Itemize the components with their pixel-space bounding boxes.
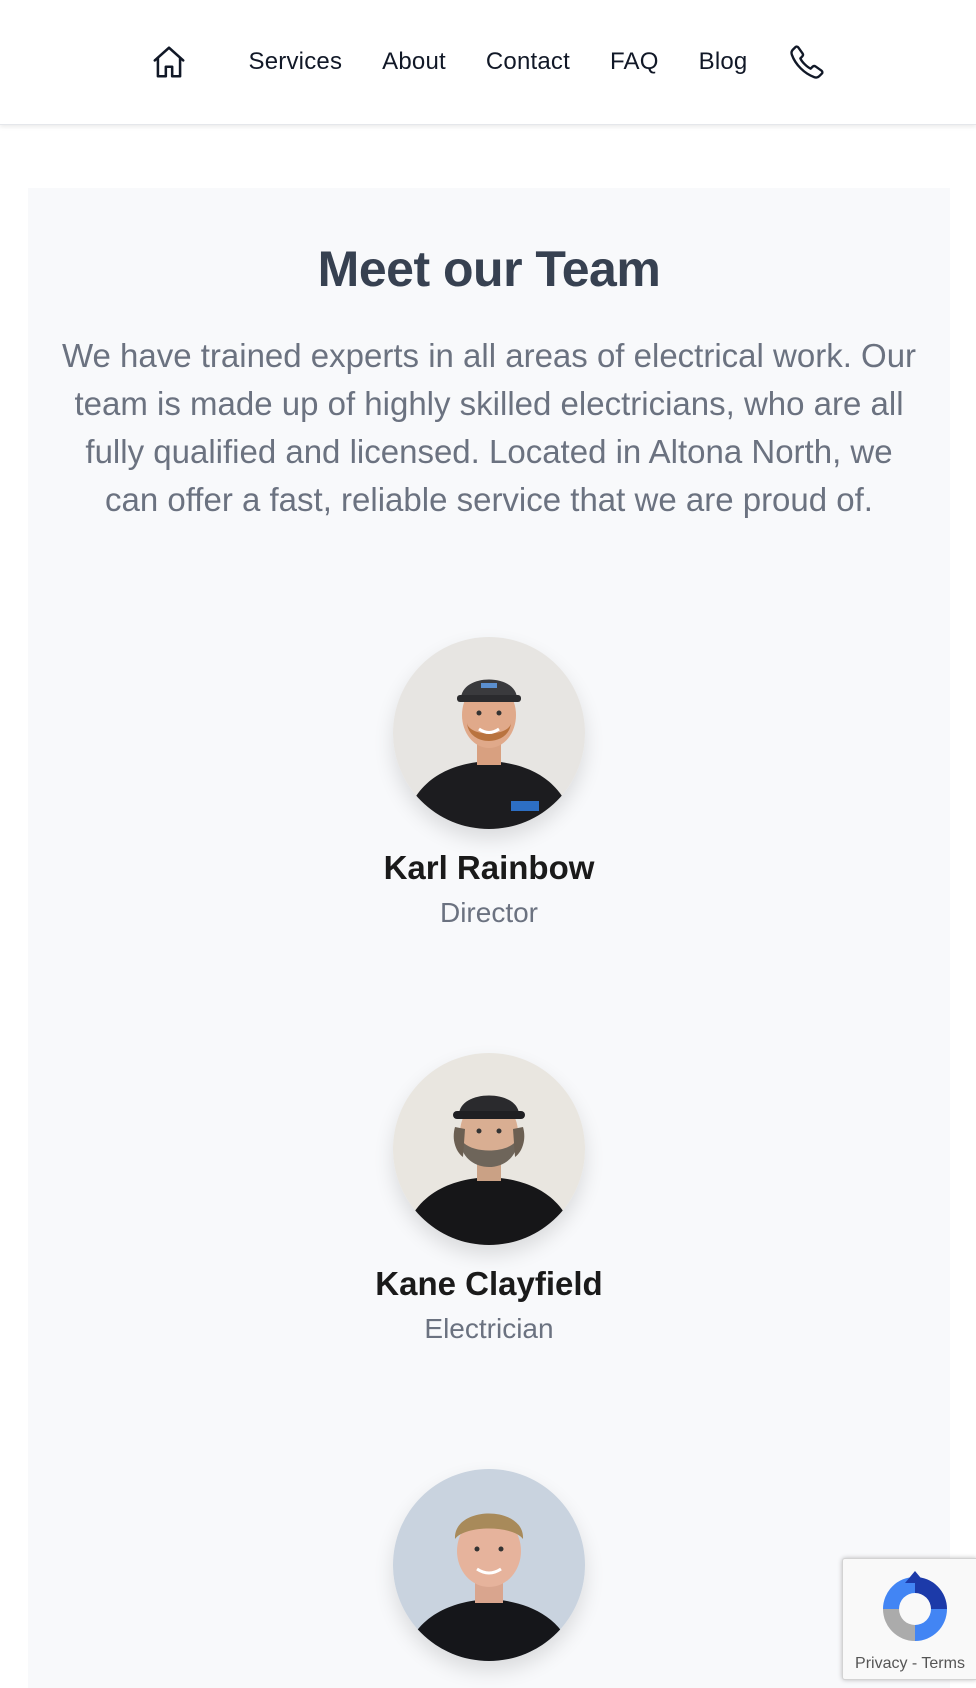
avatar xyxy=(393,1053,585,1245)
member-name: Kane Clayfield xyxy=(375,1265,603,1302)
home-icon[interactable] xyxy=(149,42,189,82)
top-navbar: Services About Contact FAQ Blog xyxy=(0,0,976,125)
team-member-card: Karl Rainbow Director xyxy=(28,637,950,929)
member-role: Electrician xyxy=(424,1313,554,1344)
recaptcha-icon xyxy=(875,1569,955,1649)
section-title: Meet our Team xyxy=(317,241,661,297)
nav-link-faq[interactable]: FAQ xyxy=(610,48,659,76)
nav-link-about[interactable]: About xyxy=(382,48,446,76)
team-member-card xyxy=(28,1469,950,1681)
avatar xyxy=(393,1469,585,1661)
recaptcha-badge[interactable]: Privacy - Terms xyxy=(842,1558,976,1680)
phone-icon[interactable] xyxy=(787,42,827,82)
recaptcha-terms-link[interactable]: Terms xyxy=(921,1655,965,1672)
nav-link-services[interactable]: Services xyxy=(249,48,343,76)
nav-link-blog[interactable]: Blog xyxy=(699,48,748,76)
nav-link-contact[interactable]: Contact xyxy=(486,48,570,76)
recaptcha-separator: - xyxy=(911,1655,918,1672)
team-section: Meet our Team We have trained experts in… xyxy=(28,188,950,1688)
avatar xyxy=(393,637,585,829)
member-name: Karl Rainbow xyxy=(383,849,595,886)
member-role: Director xyxy=(439,897,538,928)
section-intro: We have trained experts in all areas of … xyxy=(61,337,917,518)
recaptcha-links: Privacy - Terms xyxy=(843,1655,976,1673)
recaptcha-privacy-link[interactable]: Privacy xyxy=(855,1655,907,1672)
main-nav: Services About Contact FAQ Blog xyxy=(0,0,976,124)
team-member-card: Kane Clayfield Electrician xyxy=(28,1053,950,1345)
